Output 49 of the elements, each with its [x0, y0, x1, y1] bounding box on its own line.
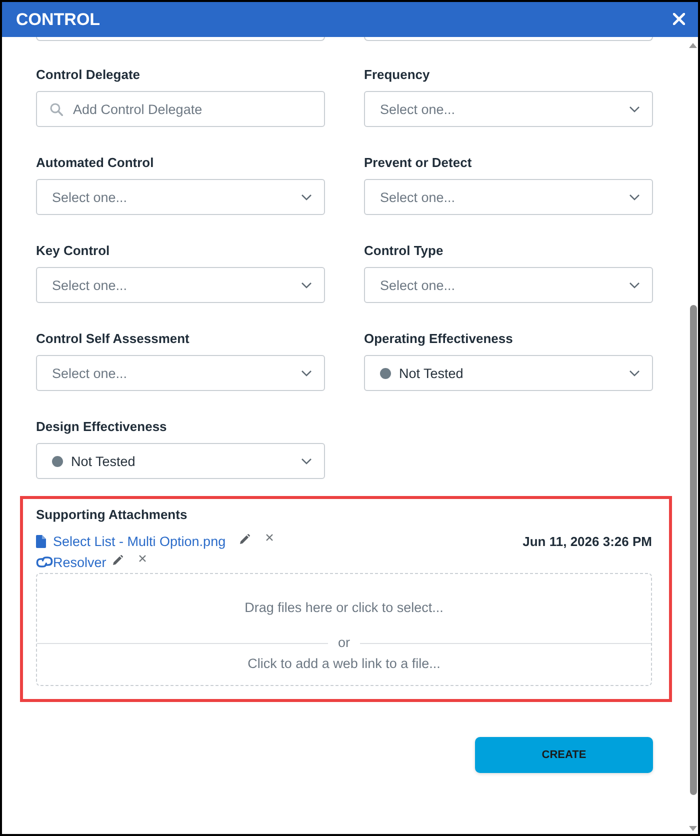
- chevron-down-icon: [301, 282, 312, 288]
- drop-zone[interactable]: Drag files here or click to select... or Click to add a web link to a file...: [36, 573, 652, 686]
- file-icon: [36, 534, 46, 548]
- select-field[interactable]: Select one...: [364, 91, 653, 127]
- field-label: Automated Control: [36, 155, 154, 171]
- web-link[interactable]: Resolver: [53, 554, 106, 570]
- chevron-down-icon: [301, 370, 312, 376]
- scroll-down-icon[interactable]: [689, 826, 697, 831]
- cross-icon[interactable]: [266, 534, 273, 541]
- field-label: Control Type: [364, 243, 444, 259]
- select-field[interactable]: Not Tested: [364, 355, 653, 391]
- search-field[interactable]: Add Control Delegate: [36, 91, 325, 127]
- field-label: Frequency: [364, 67, 430, 83]
- chevron-down-icon: [629, 106, 640, 112]
- chevron-down-icon: [629, 370, 640, 376]
- link-icon: [36, 556, 53, 568]
- chevron-down-icon: [629, 282, 640, 288]
- select-field[interactable]: Select one...: [36, 267, 325, 303]
- web-link-hint: Click to add a web link to a file...: [248, 656, 440, 672]
- section-title: Supporting Attachments: [36, 507, 188, 523]
- close-icon[interactable]: [673, 13, 685, 25]
- file-link[interactable]: Select List - Multi Option.png: [53, 534, 226, 548]
- field-label: Key Control: [36, 243, 110, 259]
- select-field[interactable]: Select one...: [364, 267, 653, 303]
- search-icon: [50, 102, 63, 116]
- field-label: Prevent or Detect: [364, 155, 472, 171]
- create-button[interactable]: CREATE: [475, 737, 653, 773]
- field-label: Control Self Assessment: [36, 331, 190, 347]
- field-label: Operating Effectiveness: [364, 331, 513, 347]
- select-field[interactable]: Select one...: [36, 179, 325, 215]
- pencil-icon[interactable]: [113, 554, 124, 564]
- chevron-down-icon: [301, 458, 312, 464]
- input-field[interactable]: [36, 37, 325, 41]
- field-label: Control Delegate: [36, 67, 140, 83]
- chevron-down-icon: [629, 194, 640, 200]
- cross-icon[interactable]: [139, 555, 146, 562]
- select-field[interactable]: Not Tested: [36, 443, 325, 479]
- scrollbar-thumb[interactable]: [690, 305, 696, 795]
- separator-text: or: [337, 635, 352, 651]
- scroll-up-icon[interactable]: [689, 43, 697, 48]
- select-field[interactable]: Select one...: [364, 179, 653, 215]
- attachment-date: Jun 11, 2026 3:26 PM: [522, 534, 652, 548]
- pencil-icon[interactable]: [240, 534, 250, 544]
- drop-hint: Drag files here or click to select...: [244, 600, 444, 616]
- select-field[interactable]: Select one...: [36, 355, 325, 391]
- dialog-title: CONTROL: [16, 10, 100, 30]
- chevron-down-icon: [301, 194, 312, 200]
- input-field[interactable]: [364, 37, 653, 41]
- field-label: Design Effectiveness: [36, 419, 167, 435]
